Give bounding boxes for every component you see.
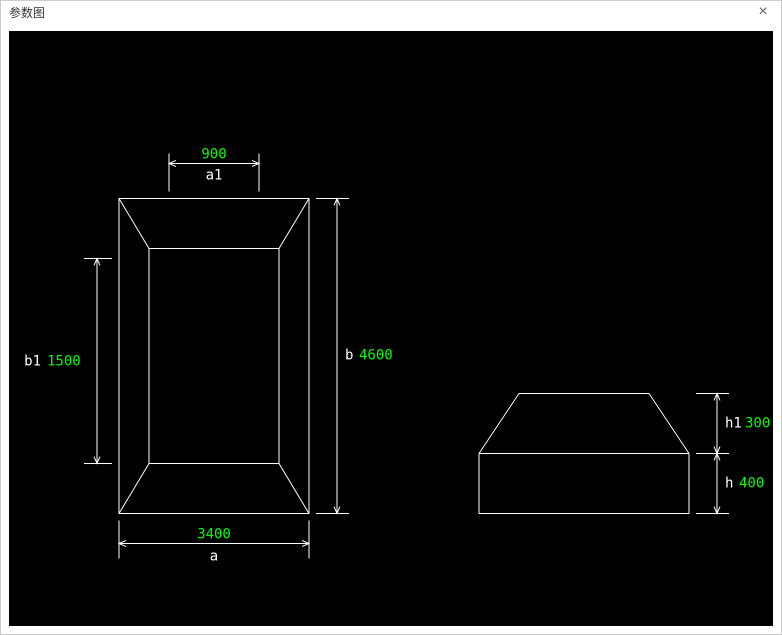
plan-edge-tl [119,199,149,249]
dim-a-label: a [210,549,218,565]
cad-drawing: 900 a1 3400 a b 4600 b1 1500 [9,31,773,626]
plan-inner-rect [149,249,279,464]
elev-sloped [479,394,689,454]
dim-h1-label: h1 [725,416,742,432]
dim-a-value: 3400 [197,527,231,543]
close-icon[interactable]: × [753,3,773,21]
dim-a1-value: 900 [201,147,226,163]
dim-h-label: h [725,476,733,492]
plan-edge-tr [279,199,309,249]
dim-b-label: b [345,348,353,364]
drawing-canvas: 900 a1 3400 a b 4600 b1 1500 [9,31,773,626]
dim-b1-label: b1 [24,354,41,370]
elev-base [479,454,689,514]
dim-h-value: 400 [739,476,764,492]
dim-b-value: 4600 [359,348,393,364]
canvas-wrap: 900 a1 3400 a b 4600 b1 1500 [1,23,781,634]
dim-b1-value: 1500 [47,354,81,370]
plan-edge-br [279,464,309,514]
dim-a1-label: a1 [206,168,223,184]
plan-edge-bl [119,464,149,514]
window: 参数图 × [0,0,782,635]
dim-h1-value: 300 [745,416,770,432]
window-title: 参数图 [9,4,45,21]
titlebar: 参数图 × [1,1,781,23]
